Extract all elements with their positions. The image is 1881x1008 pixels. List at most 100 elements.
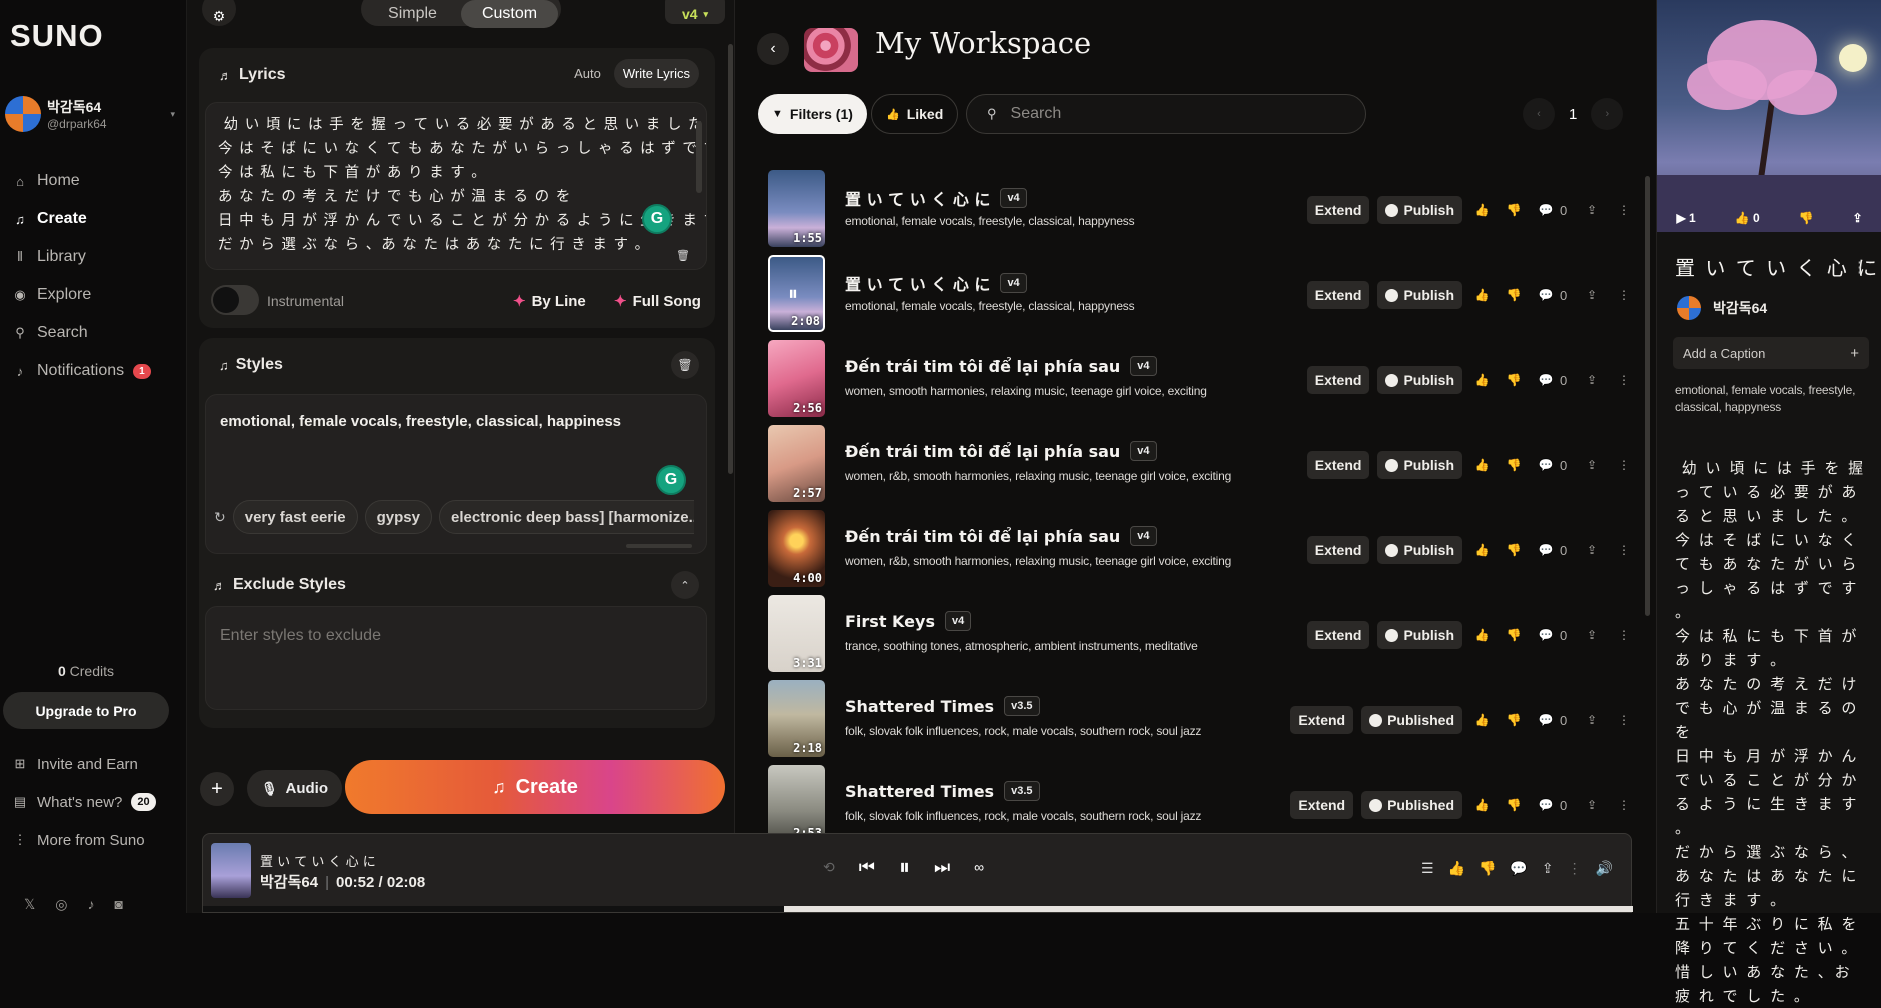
create-scrollbar[interactable] [728, 44, 733, 474]
song-thumbnail[interactable]: 2:57 [768, 425, 825, 502]
song-list-scrollbar[interactable] [1645, 176, 1650, 616]
thumbs-up-icon[interactable]: 👍 [1470, 543, 1494, 557]
extend-button[interactable]: Extend [1306, 536, 1370, 564]
thumbs-down-icon[interactable]: 👎 [1502, 288, 1526, 302]
pause-icon[interactable]: ⏸ [899, 854, 910, 880]
nav-item-whats-new[interactable]: ▤ What's new? 20 [0, 783, 187, 821]
queue-icon[interactable]: ☰ [1421, 860, 1434, 877]
settings-button[interactable]: ⚙ [202, 0, 236, 26]
volume-icon[interactable]: 🔊 [1596, 860, 1613, 877]
share-icon[interactable]: ⇪ [1580, 628, 1604, 642]
more-options-icon[interactable]: ⋮ [1612, 203, 1636, 217]
instrumental-toggle[interactable] [211, 285, 259, 315]
collapse-exclude-button[interactable]: ⌃ [671, 571, 699, 599]
lyrics-write[interactable]: Write Lyrics [613, 59, 699, 88]
more-options-icon[interactable]: ⋮ [1612, 713, 1636, 727]
styles-input[interactable]: emotional, female vocals, freestyle, cla… [205, 394, 707, 554]
next-icon[interactable]: ⏭ [934, 857, 950, 878]
extend-button[interactable]: Extend [1290, 791, 1354, 819]
publish-button[interactable]: Publish [1377, 281, 1462, 309]
thumbs-down-icon[interactable]: 👎 [1502, 713, 1526, 727]
share-icon[interactable]: ⇪ [1580, 543, 1604, 557]
grammarly-icon[interactable]: G [642, 204, 672, 234]
thumbs-down-icon[interactable]: 👎 [1502, 458, 1526, 472]
publish-button[interactable]: Publish [1377, 536, 1462, 564]
song-artist[interactable]: 박감독64 [1677, 296, 1767, 320]
thumbs-down-icon[interactable]: 👎 [1502, 203, 1526, 217]
progress-bar[interactable] [203, 906, 1633, 912]
refresh-suggestions-icon[interactable]: ↻ [214, 509, 226, 526]
style-chip[interactable]: very fast eerie [232, 500, 358, 534]
share-icon[interactable]: ⇪ [1852, 211, 1862, 225]
thumbs-up-icon[interactable]: 👍 [1470, 203, 1494, 217]
song-row[interactable]: 1:55 置 い て い く 心 に v4 emotional, female … [735, 160, 1656, 247]
full-song-button[interactable]: ✦ Full Song [614, 292, 701, 311]
share-icon[interactable]: ⇪ [1580, 713, 1604, 727]
thumbs-down-icon[interactable]: 👎 [1799, 211, 1814, 225]
extend-button[interactable]: Extend [1306, 621, 1370, 649]
clear-styles-button[interactable]: 🗑 [671, 351, 699, 379]
search-input[interactable]: ⚲ Search [966, 94, 1366, 134]
more-options-icon[interactable]: ⋮ [1612, 288, 1636, 302]
song-row[interactable]: ⏸ 2:08 置 い て い く 心 に v4 emotional, femal… [735, 245, 1656, 332]
comment-icon[interactable]: 💬 [1534, 798, 1558, 812]
thumbs-up-icon[interactable]: 👍 [1470, 713, 1494, 727]
lyrics-auto[interactable]: Auto [565, 59, 610, 88]
nav-item-create[interactable]: ♫ Create [0, 200, 187, 238]
thumbs-down-icon[interactable]: 👎 [1502, 543, 1526, 557]
loop-icon[interactable]: ∞ [974, 859, 984, 875]
more-options-icon[interactable]: ⋮ [1612, 543, 1636, 557]
comment-icon[interactable]: 💬 [1534, 628, 1558, 642]
exclude-styles-header[interactable]: ♬ Exclude Styles [213, 576, 346, 594]
model-select[interactable]: v4 ▾ [665, 0, 725, 24]
extend-button[interactable]: Extend [1306, 281, 1370, 309]
song-title[interactable]: 置 い て い く 心 に [845, 271, 990, 295]
nav-item-more[interactable]: ⋮ More from Suno [0, 821, 187, 859]
by-line-button[interactable]: ✦ By Line [513, 292, 586, 311]
song-row[interactable]: 3:31 First Keys v4 trance, soothing tone… [735, 585, 1656, 672]
player-title[interactable]: 置 い て い く 心 に [260, 851, 376, 870]
exclude-styles-input[interactable]: Enter styles to exclude [205, 606, 707, 710]
more-options-icon[interactable]: ⋮ [1612, 373, 1636, 387]
more-options-icon[interactable]: ⋮ [1612, 458, 1636, 472]
comment-icon[interactable]: 💬 [1510, 860, 1527, 877]
nav-item-explore[interactable]: ◉ Explore [0, 276, 187, 314]
lyrics-scrollbar[interactable] [696, 121, 702, 193]
filters-button[interactable]: ▼ Filters (1) [758, 94, 867, 134]
song-title[interactable]: Shattered Times [845, 782, 994, 801]
nav-item-home[interactable]: ⌂ Home [0, 162, 187, 200]
song-row[interactable]: 2:56 Đến trái tim tôi để lại phía sau v4… [735, 330, 1656, 417]
next-page-button[interactable]: › [1591, 98, 1624, 130]
nav-item-invite[interactable]: ⊞ Invite and Earn [0, 745, 187, 783]
play-count-button[interactable]: ▶ 1 [1676, 211, 1695, 225]
extend-button[interactable]: Extend [1306, 451, 1370, 479]
song-row[interactable]: 2:18 Shattered Times v3.5 folk, slovak f… [735, 670, 1656, 757]
comment-icon[interactable]: 💬 [1534, 713, 1558, 727]
chip-scrollbar[interactable] [626, 544, 692, 548]
repeat-icon[interactable]: ⟲ [823, 859, 835, 876]
song-thumbnail[interactable]: 3:31 [768, 595, 825, 672]
thumbs-up-icon[interactable]: 👍 [1470, 458, 1494, 472]
publish-button[interactable]: Publish [1377, 451, 1462, 479]
share-icon[interactable]: ⇪ [1580, 458, 1604, 472]
nav-item-search[interactable]: ⚲ Search [0, 314, 187, 352]
publish-button[interactable]: Publish [1377, 621, 1462, 649]
add-caption-button[interactable]: Add a Caption + [1673, 337, 1869, 369]
comment-icon[interactable]: 💬 [1534, 373, 1558, 387]
thumbs-up-icon[interactable]: 👍 [1470, 798, 1494, 812]
discord-icon[interactable]: ◙ [115, 896, 123, 913]
song-row[interactable]: 2:53 Shattered Times v3.5 folk, slovak f… [735, 755, 1656, 842]
extend-button[interactable]: Extend [1306, 196, 1370, 224]
mode-custom[interactable]: Custom [461, 0, 558, 28]
style-chip[interactable]: gypsy [364, 500, 432, 534]
song-thumbnail[interactable]: 4:00 [768, 510, 825, 587]
like-count-button[interactable]: 👍 0 [1735, 211, 1760, 225]
player-artist[interactable]: 박감독64 [260, 874, 318, 891]
extend-button[interactable]: Extend [1306, 366, 1370, 394]
more-options-icon[interactable]: ⋮ [1568, 860, 1582, 877]
nav-item-library[interactable]: ⫴ Library [0, 238, 187, 276]
publish-button[interactable]: Published [1361, 706, 1462, 734]
more-options-icon[interactable]: ⋮ [1612, 798, 1636, 812]
song-thumbnail[interactable]: 2:53 [768, 765, 825, 842]
audio-button[interactable]: 🎙 Audio [247, 770, 342, 807]
